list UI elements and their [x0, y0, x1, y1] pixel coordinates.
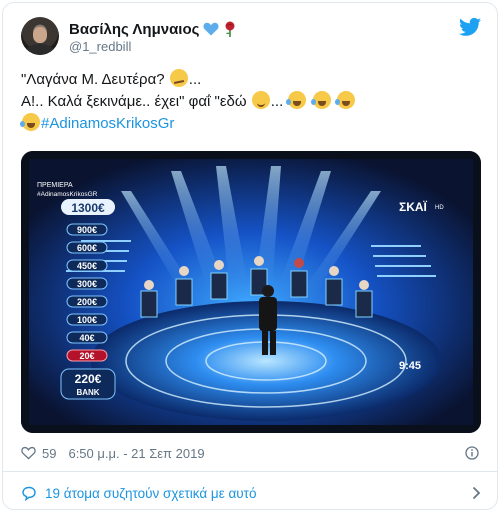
- tears-of-joy-icon: [286, 91, 307, 109]
- tweet-text: "Λαγάνα Μ. Δευτέρα? ... Α!.. Καλά ξεκινά…: [20, 69, 481, 135]
- user-handle[interactable]: @1_redbill: [69, 39, 131, 54]
- avatar-face: [33, 27, 47, 43]
- tweet-line-1: "Λαγάνα Μ. Δευτέρα? ...: [21, 69, 481, 91]
- tweet-timestamp[interactable]: 6:50 μ.μ. - 21 Σεπ 2019: [68, 446, 204, 461]
- tv-studio-photo: ΠΡΕΜΙΕΡΑ #AdinamosKrikosGR 1300€ 900€ 60…: [21, 151, 481, 433]
- ladder-step: 900€: [77, 225, 97, 235]
- conversation-label: 19 άτομα συζητούν σχετικά με αυτό: [45, 485, 257, 501]
- tweet-line-1-text: "Λαγάνα Μ. Δευτέρα?: [21, 71, 169, 88]
- hashtag-link[interactable]: #AdinamosKrikosGr: [41, 115, 174, 132]
- ladder-step: 600€: [77, 243, 97, 253]
- like-count[interactable]: 59: [42, 446, 56, 461]
- tweet-meta: 59 6:50 μ.μ. - 21 Σεπ 2019: [21, 443, 205, 463]
- ladder-step: 40€: [79, 333, 94, 343]
- tears-of-joy-icon: [310, 91, 331, 109]
- tears-of-joy-icon: [334, 91, 355, 109]
- tweet-line-3: #AdinamosKrikosGr: [20, 113, 481, 135]
- bank-amount: 220€: [75, 372, 102, 386]
- overlay-hashtag: #AdinamosKrikosGR: [37, 191, 98, 198]
- ladder-top-value: 1300€: [71, 201, 105, 215]
- bank-label: BANK: [76, 388, 99, 397]
- broadcast-clock: 9:45: [399, 360, 421, 372]
- tweet-card: Βασίλης Λημναιος @1_redbill "Λαγάνα Μ. Δ…: [2, 2, 498, 510]
- ladder-step: 100€: [77, 315, 97, 325]
- ladder-step: 200€: [77, 297, 97, 307]
- divider: [3, 471, 497, 472]
- tweet-line-2-mid: ...: [270, 93, 284, 110]
- ladder-step: 300€: [77, 279, 97, 289]
- ladder-step: 450€: [77, 261, 97, 271]
- info-icon[interactable]: [465, 446, 479, 460]
- channel-hd: HD: [435, 205, 444, 211]
- tears-of-joy-icon: [20, 113, 40, 131]
- ladder-step-current: 20€: [79, 351, 94, 361]
- display-name[interactable]: Βασίλης Λημναιος: [69, 21, 199, 38]
- tweet-line-2: Α!.. Καλά ξεκινάμε.. έχει" φαΐ "εδώ ...: [21, 91, 481, 113]
- tweet-media-photo[interactable]: ΠΡΕΜΙΕΡΑ #AdinamosKrikosGR 1300€ 900€ 60…: [21, 151, 481, 433]
- avatar-shirt: [25, 44, 55, 55]
- channel-logo-text: ΣΚΑΪ: [399, 199, 428, 214]
- premiere-label: ΠΡΕΜΙΕΡΑ: [37, 182, 73, 189]
- thinking-face-icon: [169, 69, 188, 87]
- blue-heart-icon: [203, 22, 219, 36]
- conversation-link[interactable]: 19 άτομα συζητούν σχετικά με αυτό: [21, 481, 481, 505]
- chevron-right-icon: [472, 486, 481, 500]
- author-name-row: Βασίλης Λημναιος: [69, 19, 237, 39]
- heart-like-icon[interactable]: [21, 446, 36, 460]
- tweet-line-2-text: Α!.. Καλά ξεκινάμε.. έχει" φαΐ "εδώ: [21, 93, 251, 110]
- avatar[interactable]: [21, 17, 59, 55]
- speech-bubble-icon: [22, 486, 36, 501]
- rose-icon: [225, 21, 235, 37]
- twitter-bird-icon[interactable]: [459, 17, 481, 37]
- tweet-line-1-end: ...: [188, 71, 202, 88]
- winking-face-icon: [251, 91, 270, 109]
